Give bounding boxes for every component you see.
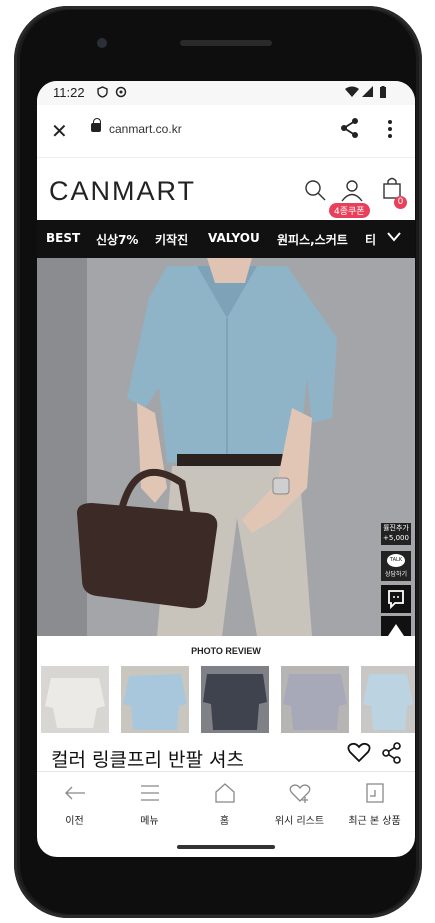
url-text[interactable]: canmart.co.kr: [109, 122, 182, 136]
earpiece-speaker: [180, 40, 272, 46]
sync-circle-icon: [115, 86, 127, 101]
review-thumbnail[interactable]: [201, 666, 269, 733]
talk-consult-button[interactable]: TALK 상담하기: [381, 551, 411, 581]
hamburger-icon: [141, 785, 159, 801]
nav-menu[interactable]: 메뉴: [112, 772, 187, 832]
category-tee[interactable]: 티: [365, 231, 376, 248]
review-thumbnail[interactable]: [41, 666, 109, 733]
photo-review-title: PHOTO REVIEW: [191, 646, 261, 656]
nav-wishlist-label: 위시 리스트: [274, 816, 325, 827]
wifi-icon: [345, 86, 359, 101]
nav-home[interactable]: 홈: [187, 772, 262, 832]
cart-count-badge: 0: [394, 196, 407, 209]
share-icon[interactable]: [339, 117, 361, 139]
close-tab-icon[interactable]: ✕: [51, 119, 68, 144]
browser-url-bar: ✕ canmart.co.kr: [37, 105, 415, 158]
bottom-nav: 이전 메뉴 홈 위시 리스트 최근 본 상품: [37, 771, 415, 832]
photo-add-label: 률진추가: [383, 524, 409, 532]
nav-back[interactable]: 이전: [37, 772, 112, 832]
category-best[interactable]: BEST: [46, 231, 80, 245]
search-icon[interactable]: [303, 178, 327, 206]
photo-review-points-badge[interactable]: 률진추가 +5,000: [381, 523, 411, 545]
talk-badge-text: TALK: [389, 557, 403, 563]
product-title: 컬러 링클프리 반팔 셔츠: [51, 749, 244, 771]
battery-icon: [379, 86, 387, 101]
site-logo[interactable]: CANMART: [49, 176, 196, 207]
site-header: CANMART 4종쿠폰 0: [37, 158, 415, 220]
category-new[interactable]: 신상7%: [96, 231, 138, 248]
review-thumbnail[interactable]: [361, 666, 415, 733]
nav-menu-label: 메뉴: [140, 816, 159, 827]
talk-label: 상담하기: [384, 571, 408, 578]
vpn-shield-icon: [97, 86, 108, 101]
product-share-icon[interactable]: [381, 742, 403, 768]
status-time: 11:22: [53, 85, 85, 100]
nav-back-label: 이전: [65, 816, 84, 827]
nav-wishlist[interactable]: 위시 리스트: [262, 772, 337, 832]
category-valyou[interactable]: VALYOU: [208, 231, 260, 245]
photo-points-label: +5,000: [383, 534, 409, 542]
nav-recent-label: 최근 본 상품: [348, 816, 401, 827]
more-options-icon[interactable]: [387, 119, 393, 139]
front-camera: [97, 38, 107, 48]
phone-screen: 11:22 ✕ canmart.co.kr CANMART 4종쿠폰 0 BES…: [37, 81, 415, 857]
category-dress-skirt[interactable]: 원피스,스커트: [277, 231, 348, 248]
chevron-down-icon[interactable]: [387, 230, 401, 246]
chat-icon: [388, 590, 404, 610]
category-nav: BEST 신상7% 키작진 VALYOU 원피스,스커트 티: [37, 220, 415, 258]
nav-recent[interactable]: 최근 본 상품: [337, 772, 412, 832]
product-hero-image[interactable]: [37, 258, 415, 636]
talk-bubble-icon: TALK: [387, 554, 405, 567]
back-arrow-icon: [65, 786, 85, 800]
lock-icon: [91, 118, 101, 132]
review-thumbnail[interactable]: [121, 666, 189, 733]
signal-icon: [361, 86, 373, 101]
chat-button[interactable]: [381, 585, 411, 613]
gesture-home-bar[interactable]: [177, 845, 275, 849]
recent-items-icon: [366, 783, 384, 803]
account-icon[interactable]: [340, 178, 364, 206]
model-photo: [37, 258, 415, 636]
home-icon: [215, 783, 235, 803]
heart-icon[interactable]: [347, 741, 371, 767]
wishlist-heart-icon: [289, 784, 311, 803]
category-petite[interactable]: 키작진: [155, 231, 188, 248]
nav-home-label: 홈: [219, 816, 230, 827]
status-bar: 11:22: [37, 81, 415, 105]
photo-review-section: PHOTO REVIEW: [37, 636, 415, 736]
review-thumbnail[interactable]: [281, 666, 349, 733]
coupon-badge[interactable]: 4종쿠폰: [329, 203, 370, 218]
